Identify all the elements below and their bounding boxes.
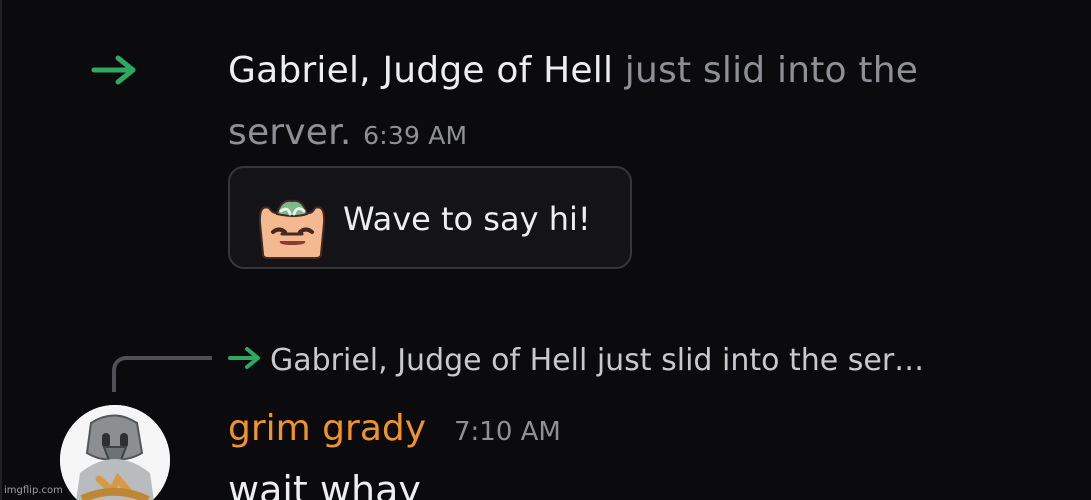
reply-arrow-right-icon (228, 347, 260, 369)
armored-bird-avatar-icon (60, 405, 170, 500)
imgflip-watermark: imgflip.com (4, 485, 63, 496)
wave-to-say-hi-button[interactable]: Wave to say hi! (228, 166, 632, 269)
reply-preview-text: Gabriel, Judge of Hell just slid into th… (270, 343, 925, 378)
author-name[interactable]: grim grady (228, 406, 426, 452)
reply-preview[interactable]: Gabriel, Judge of Hell just slid into th… (228, 339, 1078, 383)
message-timestamp: 7:10 AM (454, 417, 561, 447)
discord-chat-view: Gabriel, Judge of Hell just slid into th… (0, 0, 1091, 500)
channel-divider (0, 0, 2, 500)
reply-connector (112, 356, 212, 392)
system-join-message: Gabriel, Judge of Hell just slid into th… (228, 40, 1048, 167)
grim-grady-avatar[interactable] (60, 405, 170, 500)
joined-user-name[interactable]: Gabriel, Judge of Hell (228, 50, 613, 91)
wumpus-wave-sticker-icon (258, 199, 326, 259)
wave-button-label: Wave to say hi! (343, 200, 591, 238)
message-content: wait whay (228, 468, 421, 500)
arrow-right-icon (91, 55, 136, 85)
join-timestamp: 6:39 AM (363, 121, 468, 150)
